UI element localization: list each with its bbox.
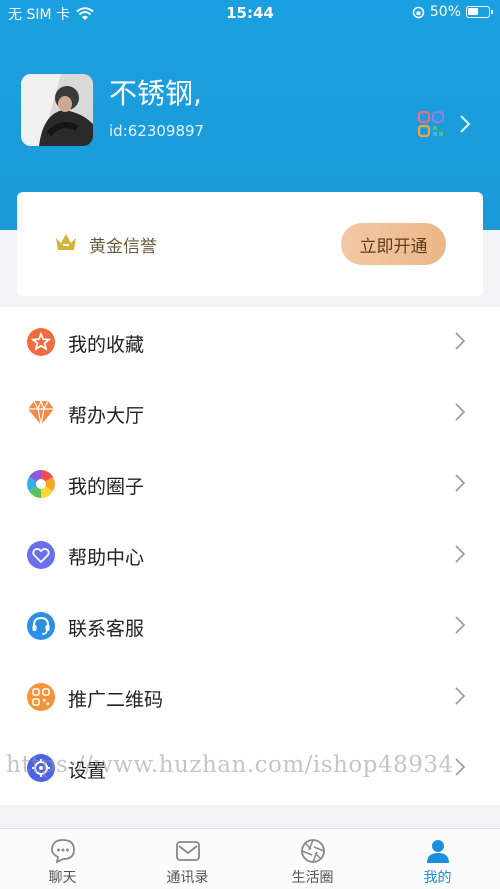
battery-icon [466,6,493,18]
aperture-icon [301,839,325,863]
avatar[interactable] [21,74,93,146]
chevron-right-icon [455,332,466,350]
tab-label: 通讯录 [166,870,209,886]
vip-card: 黄金信誉 立即开通 [17,192,483,296]
menu-item-favorites[interactable]: 我的收藏 [0,307,500,378]
crown-icon [56,234,76,250]
menu-item-label: 帮助中心 [68,547,145,569]
qr-code-icon [27,683,55,711]
rotation-lock-icon [412,6,425,18]
chevron-right-icon [455,545,466,563]
profile-name: 不锈钢, [109,77,202,110]
qr-code-icon[interactable] [418,111,444,137]
tab-contacts[interactable]: 通讯录 [125,829,250,889]
status-right: 50% [412,4,493,20]
menu-item-service-hall[interactable]: 帮办大厅 [0,378,500,449]
chevron-right-icon [455,687,466,705]
menu-item-help-center[interactable]: 帮助中心 [0,520,500,591]
camera-aperture-icon [27,470,55,498]
star-bag-icon [27,328,55,356]
chat-bubble-icon [51,839,75,864]
chevron-right-icon [455,403,466,421]
activate-vip-button[interactable]: 立即开通 [341,223,446,265]
menu-item-label: 联系客服 [68,618,145,640]
tab-mine[interactable]: 我的 [375,829,500,889]
tab-label: 聊天 [48,870,77,886]
headset-icon [27,612,55,640]
chevron-right-icon [455,758,466,776]
tab-bar: 聊天 通讯录 生活圈 我的 [0,828,500,889]
menu-item-promo-qr[interactable]: 推广二维码 [0,662,500,733]
tab-life-circle[interactable]: 生活圈 [250,829,375,889]
tab-chat[interactable]: 聊天 [0,829,125,889]
menu-item-customer-service[interactable]: 联系客服 [0,591,500,662]
user-icon [427,840,449,863]
tab-label: 我的 [423,870,452,886]
menu-item-label: 我的收藏 [68,334,145,356]
profile-id: id:62309897 [109,122,205,140]
status-bar: 无 SIM 卡 15:44 50% [0,0,500,26]
chevron-right-icon [455,474,466,492]
menu-item-label: 我的圈子 [68,476,145,498]
chevron-right-icon[interactable] [458,113,472,135]
battery-percent: 50% [429,4,461,20]
menu-item-my-circles[interactable]: 我的圈子 [0,449,500,520]
mail-icon [176,841,200,861]
chevron-right-icon [455,616,466,634]
heart-icon [27,541,55,569]
vip-label: 黄金信誉 [89,237,157,257]
diamond-icon [28,399,54,426]
menu-list: 我的收藏 帮办大厅 我的圈子 帮助中心 联系客服 推广二维码 设置 [0,307,500,805]
avatar-image [21,74,93,146]
watermark-text: https://www.huzhan.com/ishop48934 [6,752,454,778]
menu-item-label: 帮办大厅 [68,405,145,427]
tab-label: 生活圈 [291,870,334,886]
menu-item-label: 推广二维码 [68,689,164,711]
